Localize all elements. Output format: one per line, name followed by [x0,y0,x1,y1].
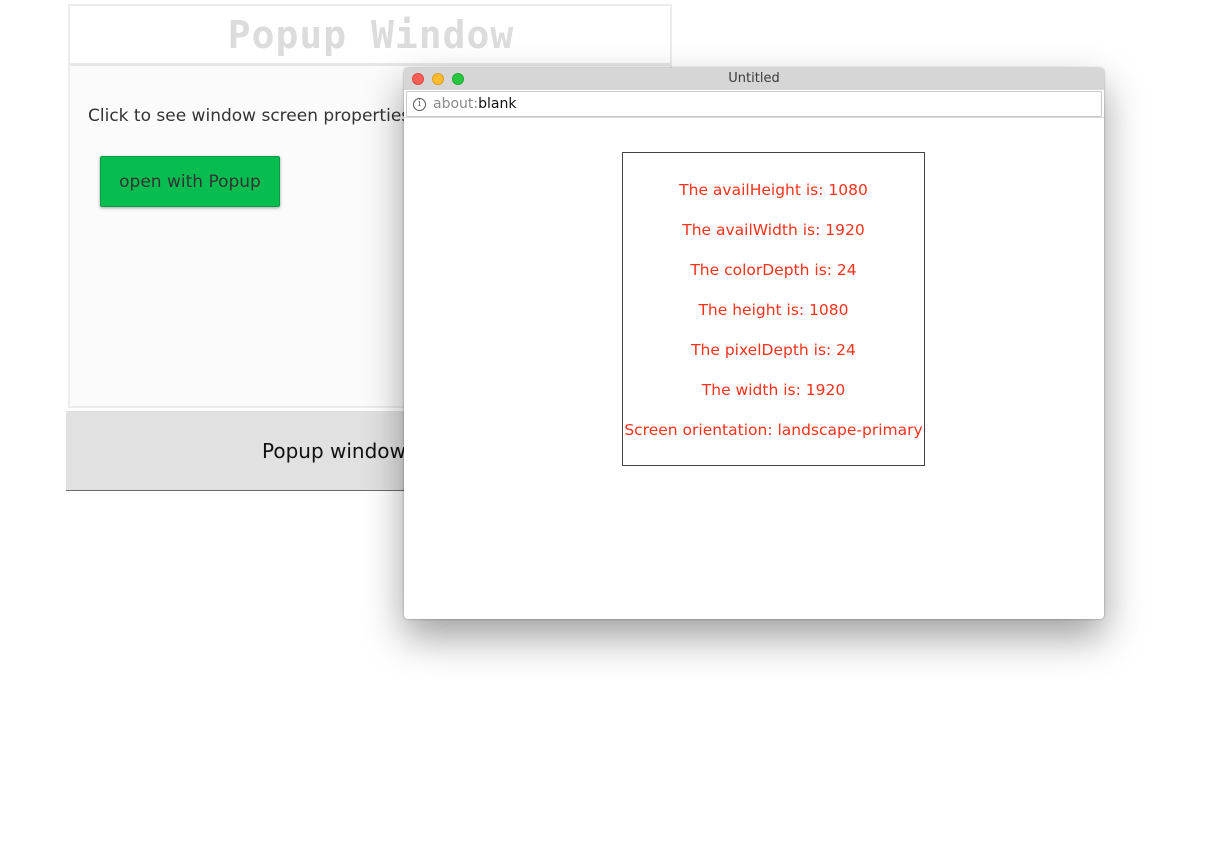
property-line: The height is: 1080 [698,301,849,319]
minimize-window-icon[interactable] [432,73,444,85]
address-bar[interactable]: i about:blank [406,91,1102,117]
address-text[interactable]: about:blank [433,96,516,112]
open-popup-button[interactable]: open with Popup [100,156,280,207]
popup-titlebar[interactable]: Untitled [404,68,1104,90]
page-header: Popup Window [70,6,670,66]
url-scheme: about: [433,96,479,112]
popup-window-title: Untitled [728,71,780,86]
content-divider [404,117,1104,118]
prompt-text: Click to see window screen properties: [88,106,416,126]
maximize-window-icon[interactable] [452,73,464,85]
screen-properties-box: The availHeight is: 1080 The availWidth … [622,152,925,466]
info-icon[interactable]: i [413,97,426,111]
property-line: The availWidth is: 1920 [682,221,865,239]
property-line: The availHeight is: 1080 [679,181,868,199]
property-line: The width is: 1920 [701,381,846,399]
popup-window: Untitled i about:blank The availHeight i… [404,68,1104,619]
page-title: Popup Window [227,12,515,57]
url-path: blank [478,96,517,112]
property-line: The pixelDepth is: 24 [691,341,856,359]
property-line: Screen orientation: landscape-primary [624,421,923,439]
footer-text: Popup window [262,439,406,463]
close-window-icon[interactable] [412,73,424,85]
property-line: The colorDepth is: 24 [690,261,857,279]
